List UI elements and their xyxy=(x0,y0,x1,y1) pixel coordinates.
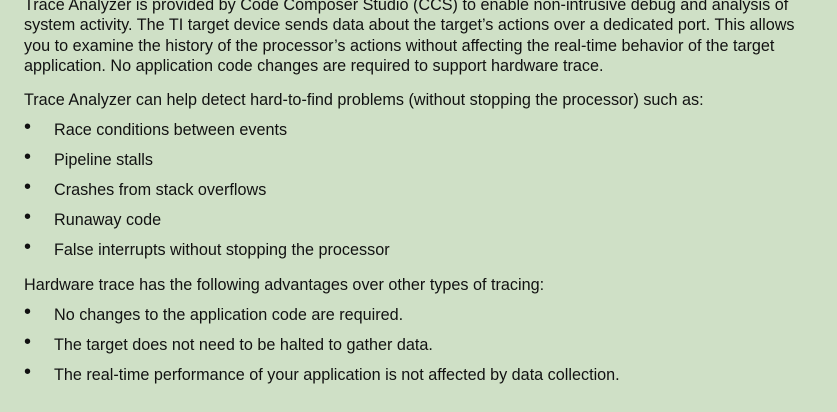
bullet-icon: • xyxy=(24,236,32,258)
bullet-icon: • xyxy=(24,301,32,323)
list-item-text: The target does not need to be halted to… xyxy=(54,336,433,354)
list-item-text: The real-time performance of your applic… xyxy=(54,366,620,384)
list-item-text: Runaway code xyxy=(54,211,162,229)
list-item-text: Crashes from stack overflows xyxy=(54,181,267,199)
advantages-lead: Hardware trace has the following advanta… xyxy=(24,276,545,294)
bullet-icon: • xyxy=(24,361,32,383)
problems-lead: Trace Analyzer can help detect hard-to-f… xyxy=(24,91,704,109)
document-page: Trace Analyzer is provided by Code Compo… xyxy=(0,0,837,412)
list-item-text: Pipeline stalls xyxy=(54,151,153,169)
bullet-icon: • xyxy=(24,206,32,228)
bullet-icon: • xyxy=(24,116,32,138)
intro-paragraph: Trace Analyzer is provided by Code Compo… xyxy=(24,0,795,75)
list-item-text: No changes to the application code are r… xyxy=(54,306,404,324)
bullet-icon: • xyxy=(24,146,32,168)
bullet-icon: • xyxy=(24,176,32,198)
list-item-text: False interrupts without stopping the pr… xyxy=(54,241,390,259)
bullet-icon: • xyxy=(24,331,32,353)
list-item-text: Race conditions between events xyxy=(54,121,288,139)
